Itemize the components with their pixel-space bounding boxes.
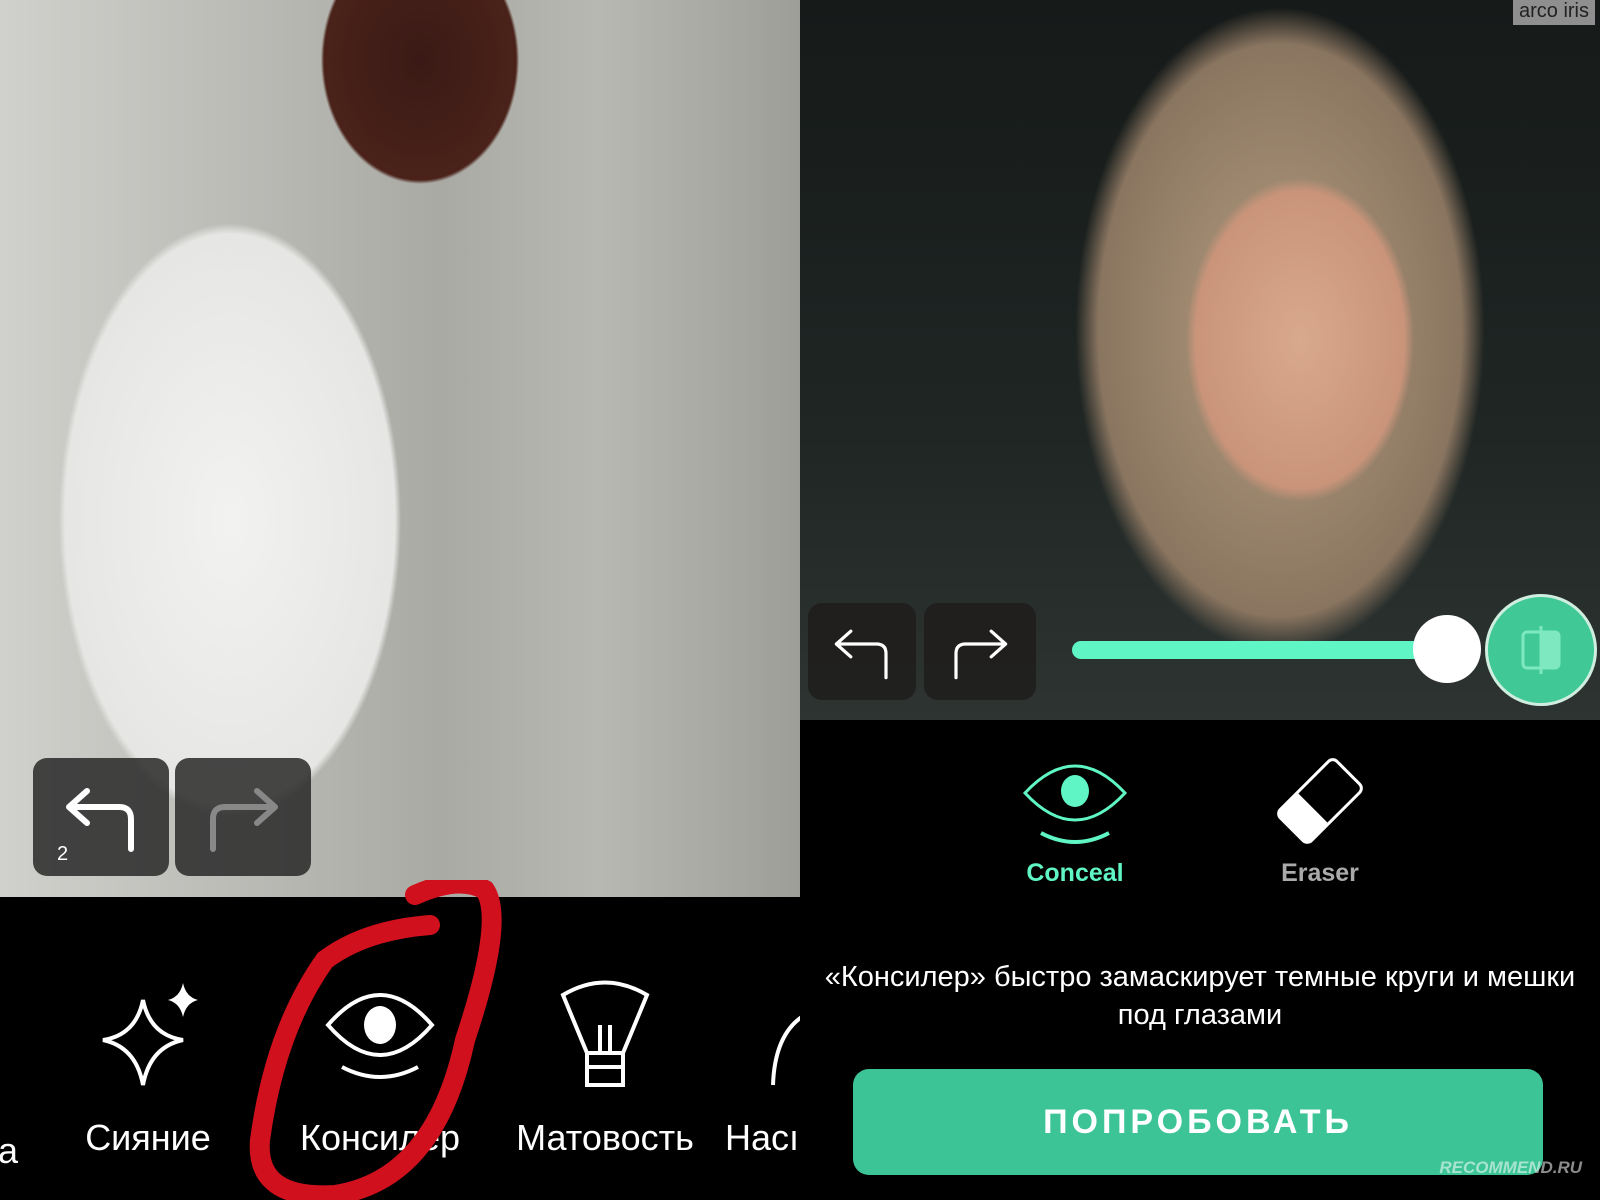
redo-button[interactable] bbox=[175, 758, 311, 876]
undo-icon bbox=[66, 788, 134, 852]
mode-conceal[interactable]: Conceal bbox=[1000, 755, 1150, 888]
undo-icon bbox=[834, 629, 888, 679]
redo-icon bbox=[210, 788, 278, 852]
tool-matte[interactable]: Матовость bbox=[505, 975, 705, 1159]
mode-label: Conceal bbox=[1026, 859, 1124, 887]
redo-icon bbox=[954, 629, 1008, 679]
undo-button[interactable] bbox=[808, 603, 916, 700]
eraser-icon bbox=[1277, 758, 1363, 844]
undo-count: 2 bbox=[57, 843, 69, 865]
undo-redo-group bbox=[808, 603, 1036, 700]
sparkle-icon bbox=[102, 983, 198, 1086]
intensity-slider[interactable] bbox=[1072, 641, 1457, 659]
redo-button[interactable] bbox=[924, 603, 1036, 700]
left-screen: 2 а Сияние Консилер Матовость Насı bbox=[0, 0, 800, 1200]
mode-eraser[interactable]: Eraser bbox=[1245, 755, 1395, 888]
tool-label: Сияние bbox=[85, 1117, 211, 1158]
tool-shine[interactable]: Сияние bbox=[78, 975, 218, 1159]
tool-label: Насı bbox=[725, 1117, 800, 1158]
tool-concealer[interactable]: Консилер bbox=[285, 975, 475, 1159]
tool-label: Консилер bbox=[299, 1117, 461, 1158]
compare-icon bbox=[1521, 626, 1561, 674]
tool-strip: а Сияние Консилер Матовость Насı bbox=[0, 975, 800, 1200]
feature-description: «Консилер» быстро замаскирует темные кру… bbox=[824, 961, 1576, 1031]
compare-button[interactable] bbox=[1485, 594, 1597, 706]
slider-knob[interactable] bbox=[1413, 615, 1481, 683]
brush-icon bbox=[560, 980, 650, 1087]
eye-icon bbox=[1022, 764, 1128, 844]
undo-button[interactable]: 2 bbox=[33, 758, 169, 876]
site-watermark: RECOMMEND.RU bbox=[1439, 1158, 1582, 1177]
tool-label: Матовость bbox=[516, 1117, 694, 1158]
tool-saturation[interactable]: Насı bbox=[725, 975, 800, 1159]
undo-redo-group: 2 bbox=[33, 758, 311, 876]
eye-icon bbox=[325, 993, 435, 1079]
watermark: arco iris bbox=[1512, 0, 1595, 25]
mode-label: Eraser bbox=[1281, 859, 1359, 887]
partial-arc-icon bbox=[771, 1015, 800, 1086]
tool-partial[interactable]: а bbox=[0, 1130, 18, 1172]
tool-label: а bbox=[0, 1130, 19, 1171]
